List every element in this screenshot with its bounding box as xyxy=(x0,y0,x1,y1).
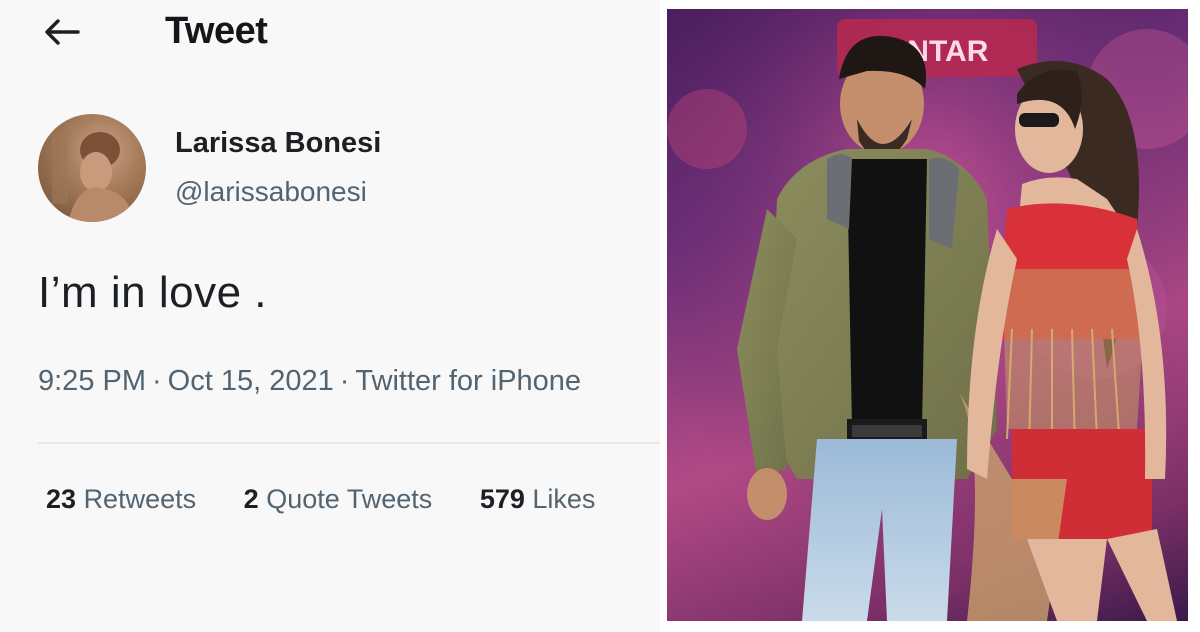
tweet-panel: Tweet Larissa Bonesi @larissabonesi I’m … xyxy=(0,0,660,632)
author-name[interactable]: Larissa Bonesi xyxy=(175,127,381,160)
separator-dot: · xyxy=(339,365,350,397)
avatar[interactable] xyxy=(38,114,146,222)
divider xyxy=(38,442,660,444)
movie-still-photo: ANTAR xyxy=(667,9,1188,621)
separator-dot: · xyxy=(152,365,162,397)
likes-label: Likes xyxy=(532,484,596,514)
retweets-stat[interactable]: 23 Retweets xyxy=(46,484,196,515)
author-handle[interactable]: @larissabonesi xyxy=(175,176,367,208)
tweet-date[interactable]: Oct 15, 2021 xyxy=(168,365,334,397)
likes-stat[interactable]: 579 Likes xyxy=(480,484,596,515)
quotes-count: 2 xyxy=(243,484,259,514)
tweet-time[interactable]: 9:25 PM xyxy=(38,365,146,397)
likes-count: 579 xyxy=(479,484,525,514)
arrow-left-icon xyxy=(45,19,80,45)
tweet-meta: 9:25 PM · Oct 15, 2021 · Twitter for iPhone xyxy=(38,365,658,398)
quote-tweets-stat[interactable]: 2 Quote Tweets xyxy=(244,484,433,515)
tweet-text: I’m in love . xyxy=(38,268,268,317)
retweets-label: Retweets xyxy=(83,484,197,514)
tweet-stats: 23 Retweets 2 Quote Tweets 579 Likes xyxy=(46,484,660,524)
page-title: Tweet xyxy=(165,10,268,52)
quotes-label: Quote Tweets xyxy=(266,484,433,514)
tweet-source[interactable]: Twitter for iPhone xyxy=(355,365,581,397)
photo-illustration: ANTAR xyxy=(667,9,1188,621)
retweets-count: 23 xyxy=(46,484,77,514)
avatar-image xyxy=(52,132,134,222)
back-button[interactable] xyxy=(40,14,84,50)
